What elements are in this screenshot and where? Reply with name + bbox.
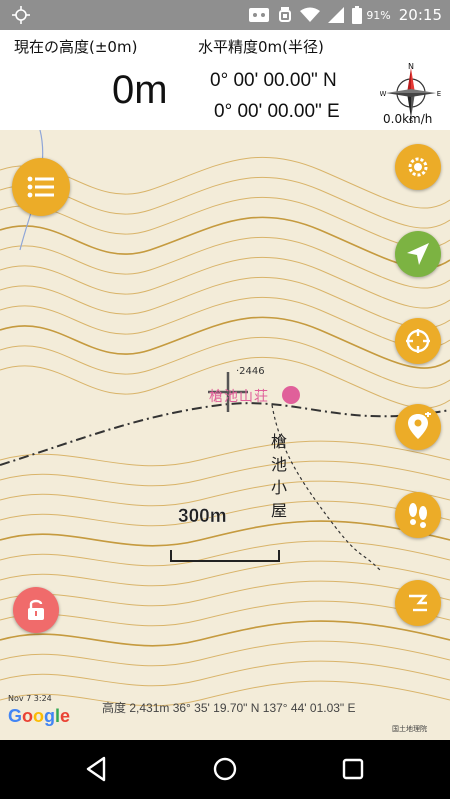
compass-east-label: E [437,90,441,98]
hut-vertical-label: 槍 池 小 屋 [270,430,288,522]
altitude-label: 現在の高度(±0m) [14,38,138,56]
menu-button[interactable] [12,158,70,216]
battery-percent: 91% [366,8,391,22]
compass-north-label: N [408,62,414,71]
footprints-icon [409,503,427,528]
topographic-map[interactable] [0,130,450,740]
cell-signal-icon [328,7,345,23]
back-icon[interactable] [82,754,112,784]
navigation-arrow-icon [407,243,429,265]
scale-label: 300m [178,506,227,527]
status-bar: 91% 20:15 [0,0,450,30]
altitude-value: 0m [112,68,168,112]
speed-value: 0.0km/h [383,112,433,126]
accuracy-label: 水平精度0m(半径) [198,38,324,56]
message-icon [249,8,270,22]
add-pin-button[interactable] [395,404,441,450]
route-button[interactable] [395,580,441,626]
google-logo: Google [8,706,71,726]
gps-crosshair-icon [12,6,30,24]
latitude-value: 0° 00' 00.00" N [210,70,337,91]
map-lock-button[interactable] [13,587,59,633]
unlock-icon [28,599,44,620]
peak-elevation-label: ·2446 [236,366,265,377]
hut-vertical-char: 小 [270,478,287,497]
home-icon[interactable] [210,754,240,784]
hut-vertical-char: 池 [270,455,287,474]
map-date-label: Nov 7 3:24 [8,694,52,703]
hut-vertical-char: 槍 [270,432,287,451]
locate-button[interactable] [395,231,441,277]
hut-name-label[interactable]: 槍池山荘 [209,386,269,406]
map-pin-icon [408,412,431,439]
cursor-position-readout: 高度 2,431m 36° 35' 19.70" N 137° 44' 01.0… [102,701,356,715]
battery-icon [352,6,363,24]
track-icon [409,594,428,612]
crosshair-target-icon [406,329,430,353]
menu-icon [27,176,54,198]
compass-west-label: W [380,90,387,98]
lantern-icon [279,7,292,22]
poi-pin-icon[interactable] [282,386,300,404]
map-credit: 国土地理院 [392,725,427,733]
wifi-icon [300,7,321,22]
track-log-button[interactable] [395,492,441,538]
target-button[interactable] [395,318,441,364]
hut-vertical-char: 屋 [270,501,287,520]
longitude-value: 0° 00' 00.00" E [214,101,340,122]
info-panel: 現在の高度(±0m) 水平精度0m(半径) 0m 0° 00' 00.00" N… [0,30,450,130]
scale-bar [170,550,280,562]
recent-apps-icon[interactable] [338,754,368,784]
clock: 20:15 [398,6,442,24]
navigation-bar [0,740,450,799]
gear-icon [408,157,428,177]
settings-button[interactable] [395,144,441,190]
